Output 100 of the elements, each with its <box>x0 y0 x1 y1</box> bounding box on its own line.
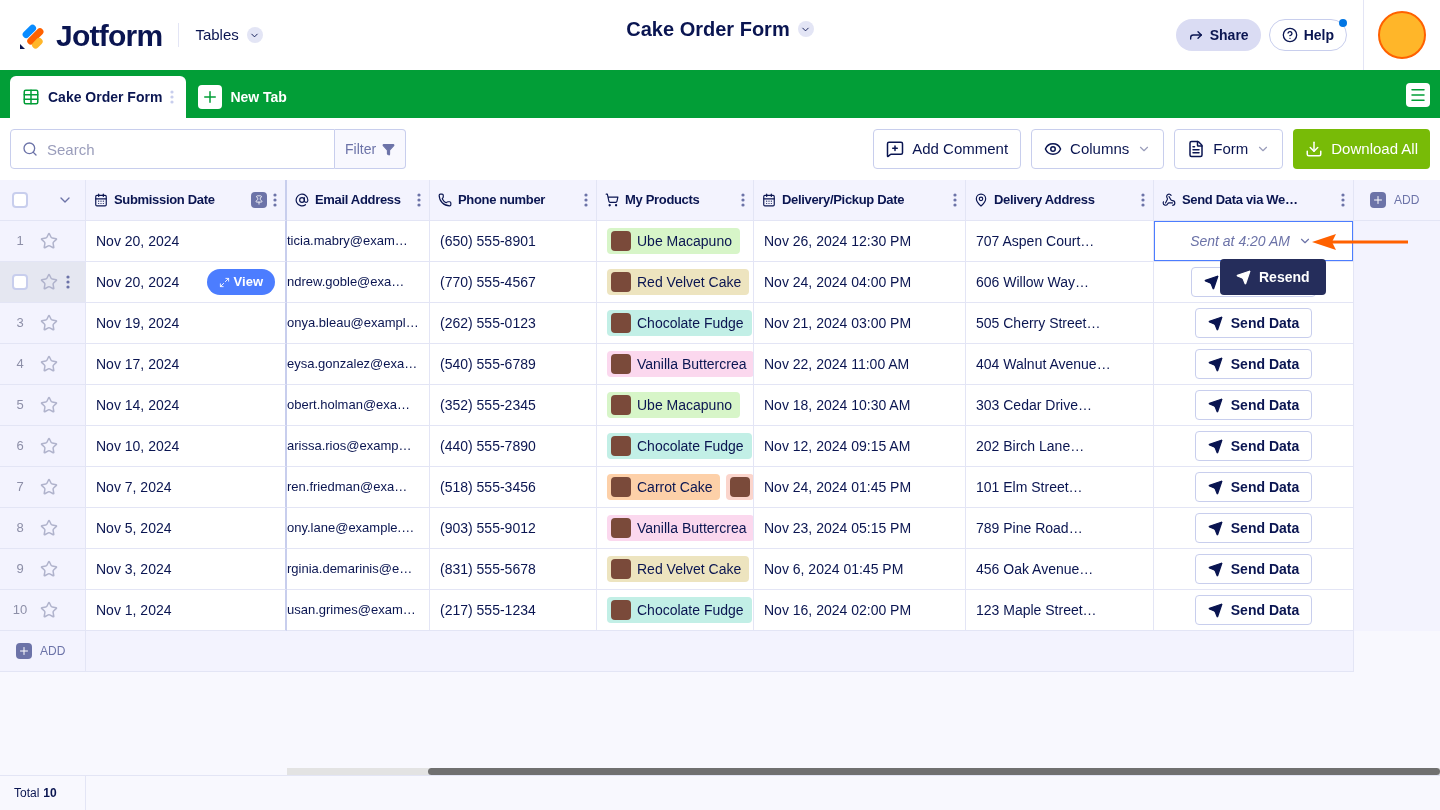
product-thumbnail <box>611 395 631 415</box>
product-tag: Ube Macapuno <box>607 392 740 418</box>
star-icon[interactable] <box>40 396 58 414</box>
product-thumbnail <box>611 477 631 497</box>
more-icon[interactable] <box>66 275 70 289</box>
row-number: 10 <box>12 601 28 620</box>
send-data-button[interactable]: Send Data <box>1194 595 1313 625</box>
columns-button[interactable]: Columns <box>1031 129 1165 169</box>
plus-icon <box>18 645 30 657</box>
table-cell-text: ony.lane@example.… <box>287 519 415 538</box>
logo-text[interactable]: Jotform <box>56 12 163 58</box>
send-data-button[interactable]: Send Data <box>1194 308 1313 338</box>
tab[interactable]: Cake Order Form <box>10 76 187 118</box>
product-tag: Red Velvet Cake <box>607 269 750 295</box>
menu-icon <box>1409 86 1427 104</box>
product-thumbnail <box>611 518 631 538</box>
phone-icon <box>438 193 452 207</box>
send-data-button[interactable]: Send Data <box>1194 513 1313 543</box>
send-icon <box>1207 315 1223 331</box>
row-number: 5 <box>15 396 25 415</box>
column-header[interactable]: Delivery/Pickup Date <box>782 190 905 210</box>
add-row-button[interactable]: ADD <box>40 643 66 659</box>
table-cell-text: onya.bleau@exampl… <box>287 314 419 333</box>
send-data-button[interactable]: Send Data <box>1194 390 1313 420</box>
new-tab-button[interactable]: New Tab <box>186 76 299 118</box>
row-number: 1 <box>15 232 25 251</box>
table-cell-text: (217) 555-1234 <box>440 600 536 620</box>
table-cell-text: Nov 20, 2024 <box>96 272 180 292</box>
product-thumbnail <box>611 313 631 333</box>
form-title-dropdown[interactable]: Cake Order Form <box>626 14 814 44</box>
table-cell-text: 707 Aspen Court… <box>976 231 1095 251</box>
column-header[interactable]: Send Data via We… <box>1182 190 1298 210</box>
table-cell-text: ndrew.goble@exa… <box>287 273 405 292</box>
more-icon[interactable] <box>1341 193 1345 207</box>
cart-icon <box>605 193 619 207</box>
column-header[interactable]: My Products <box>625 190 700 210</box>
more-icon[interactable] <box>584 193 588 207</box>
send-data-button[interactable]: Send Data <box>1194 472 1313 502</box>
avatar[interactable] <box>1378 11 1426 59</box>
table-cell-text: (831) 555-5678 <box>440 559 536 579</box>
table-cell-text: 505 Cherry Street… <box>976 313 1101 333</box>
star-icon[interactable] <box>40 355 58 373</box>
help-icon <box>1281 27 1298 43</box>
send-data-button[interactable]: Send Data <box>1194 349 1313 379</box>
help-button[interactable]: Help <box>1268 19 1347 51</box>
table-cell-text: (903) 555-9012 <box>440 518 536 538</box>
search-field[interactable]: Search <box>10 129 335 169</box>
expand-icon <box>218 276 230 288</box>
form-button[interactable]: Form <box>1174 129 1284 169</box>
table-cell-text: Nov 22, 2024 11:00 AM <box>764 354 910 374</box>
table-cell-text: (262) 555-0123 <box>440 313 536 333</box>
pin-button[interactable] <box>251 192 267 208</box>
more-icon[interactable] <box>417 193 421 207</box>
table-cell-text: 303 Cedar Drive… <box>976 395 1092 415</box>
star-icon[interactable] <box>40 273 58 291</box>
star-icon[interactable] <box>40 519 58 537</box>
product-tag: Chocolate Fudge <box>607 310 752 336</box>
table-cell-text: arissa.rios@examp… <box>287 437 412 456</box>
resend-menu[interactable]: Resend <box>1220 259 1326 295</box>
product-thumbnail <box>611 272 631 292</box>
send-data-button[interactable]: Send Data <box>1194 554 1313 584</box>
star-icon[interactable] <box>40 478 58 496</box>
table-cell-text: 789 Pine Road… <box>976 518 1083 538</box>
product-thumbnail <box>611 436 631 456</box>
column-header[interactable]: Submission Date <box>114 190 215 210</box>
send-data-button[interactable]: Send Data <box>1194 431 1313 461</box>
column-header[interactable]: Phone number <box>458 190 546 210</box>
filter-button[interactable]: Filter <box>335 129 407 169</box>
column-header[interactable]: Delivery Address <box>994 190 1095 210</box>
share-button[interactable]: Share <box>1175 19 1261 51</box>
more-icon[interactable] <box>953 193 957 207</box>
more-icon[interactable] <box>1141 193 1145 207</box>
more-icon[interactable] <box>741 193 745 207</box>
select-all-checkbox[interactable] <box>12 192 28 208</box>
column-header[interactable]: Email Address <box>315 190 401 210</box>
star-icon[interactable] <box>40 314 58 332</box>
section-dropdown[interactable]: Tables <box>195 23 263 47</box>
table-cell-text: 123 Maple Street… <box>976 600 1097 620</box>
more-icon[interactable] <box>273 193 277 207</box>
table-cell-text: Nov 24, 2024 01:45 PM <box>764 477 912 497</box>
star-icon[interactable] <box>40 560 58 578</box>
row-number: 9 <box>15 560 25 579</box>
view-button[interactable]: View <box>206 269 275 295</box>
star-icon[interactable] <box>40 601 58 619</box>
star-icon[interactable] <box>40 437 58 455</box>
add-column-button[interactable]: ADD <box>1394 192 1420 208</box>
send-icon <box>1207 397 1223 413</box>
table-cell-text: (770) 555-4567 <box>440 272 536 292</box>
total-label: Total <box>14 785 40 802</box>
row-number: 8 <box>15 519 25 538</box>
filter-icon <box>382 142 396 156</box>
menu-button[interactable] <box>1406 83 1430 107</box>
star-icon[interactable] <box>40 232 58 250</box>
webhook-icon <box>1162 193 1176 207</box>
comment-button[interactable]: Add Comment <box>873 129 1022 169</box>
date-icon <box>762 193 776 207</box>
row-checkbox[interactable] <box>12 274 28 290</box>
table-cell-text: Nov 21, 2024 03:00 PM <box>764 313 912 333</box>
product-thumbnail <box>611 559 631 579</box>
columns-icon <box>1044 140 1063 158</box>
